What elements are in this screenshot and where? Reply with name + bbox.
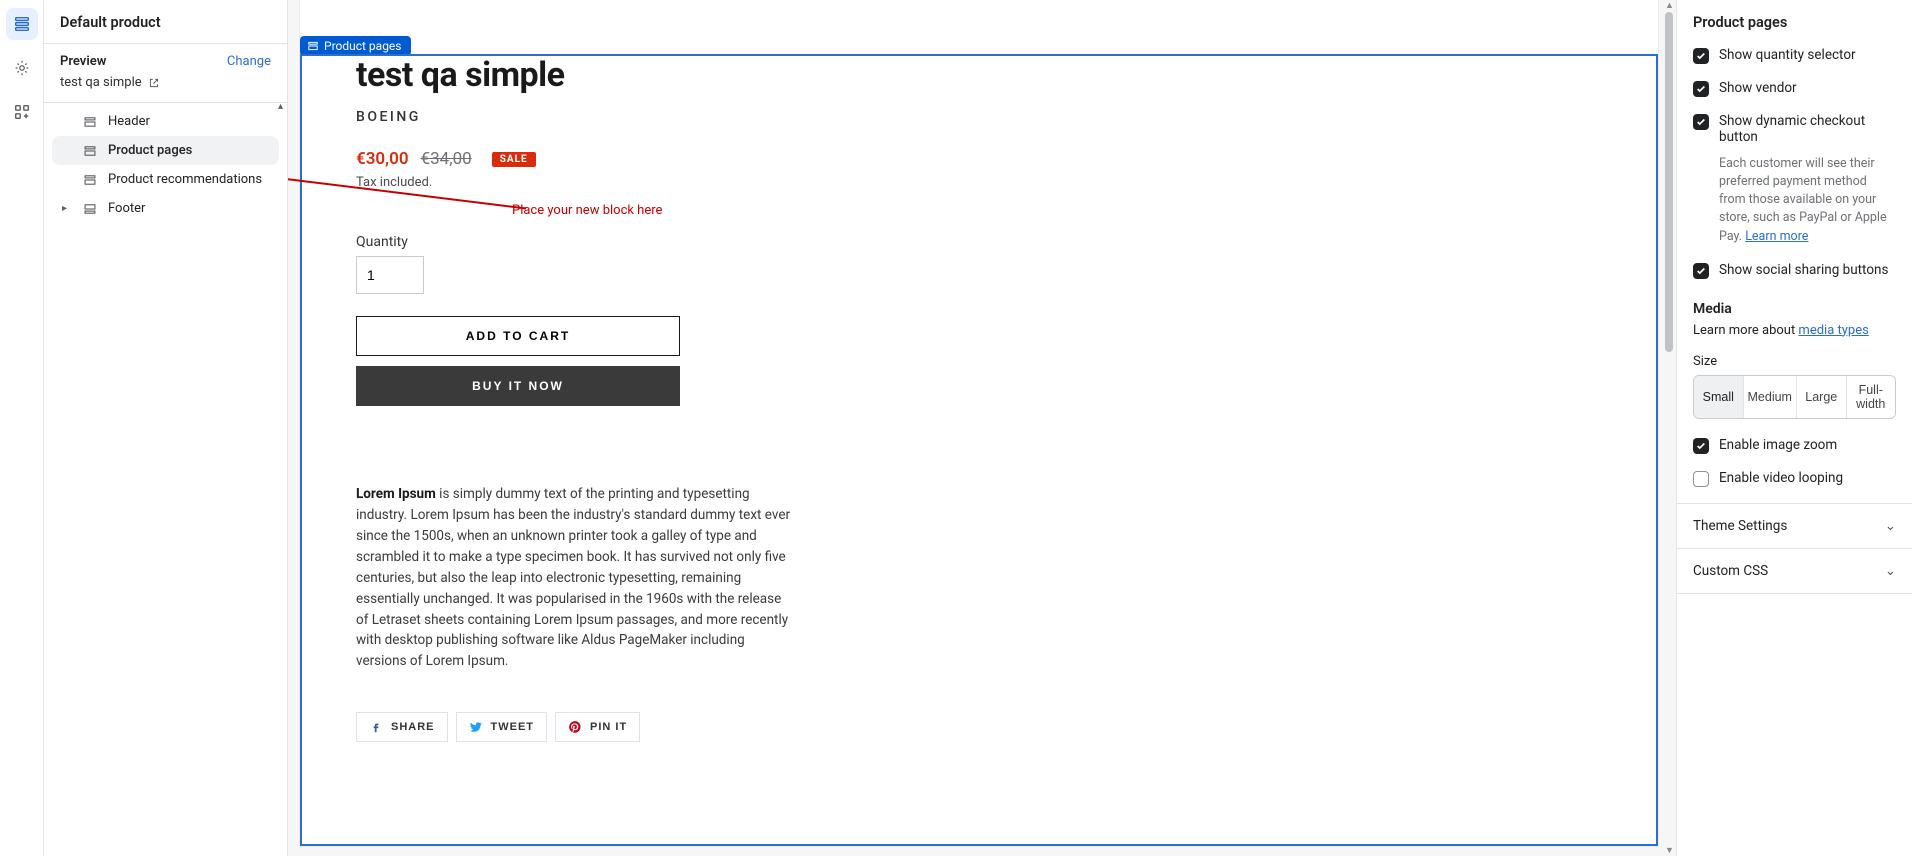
share-label: PIN IT — [590, 721, 627, 733]
collapse-caret-icon[interactable]: ▴ — [278, 101, 283, 112]
chevron-down-icon: ⌄ — [1885, 563, 1896, 579]
page-title: Default product — [60, 14, 271, 31]
setting-show-dynamic-checkout[interactable]: Show dynamic checkout button — [1677, 105, 1912, 153]
media-types-link[interactable]: media types — [1798, 323, 1868, 338]
learn-more-link[interactable]: Learn more — [1745, 229, 1808, 244]
product-vendor: BOEING — [356, 109, 1602, 125]
price-row: €30,00 €34,00 SALE — [356, 149, 1602, 169]
canvas-scrollbar[interactable]: ▲ ▼ — [1664, 0, 1674, 856]
checkbox-checked-icon — [1693, 114, 1709, 130]
size-option-small[interactable]: Small — [1694, 376, 1744, 418]
tax-note: Tax included. — [356, 175, 1602, 190]
quantity-label: Quantity — [356, 234, 1602, 250]
tree-item-footer[interactable]: ▸ Footer — [52, 194, 279, 223]
media-heading: Media — [1677, 287, 1912, 321]
facebook-icon — [369, 720, 383, 734]
preview-product[interactable]: test qa simple — [44, 75, 287, 102]
accordion-theme-settings[interactable]: Theme Settings ⌄ — [1677, 504, 1912, 549]
setting-enable-loop[interactable]: Enable video looping — [1677, 462, 1912, 503]
accordion-label: Custom CSS — [1693, 563, 1768, 579]
sale-badge: SALE — [492, 152, 536, 167]
tree-item-product-pages[interactable]: ▸ Product pages — [52, 136, 279, 165]
settings-panel: Product pages Show quantity selector Sho… — [1676, 0, 1912, 856]
product-description: Lorem Ipsum is simply dummy text of the … — [356, 484, 796, 672]
preview-product-name: test qa simple — [60, 75, 142, 90]
rail-sections-button[interactable] — [6, 8, 38, 40]
apps-icon — [13, 103, 31, 121]
chevron-down-icon: ⌄ — [1885, 518, 1896, 534]
checkbox-unchecked-icon — [1693, 471, 1709, 487]
setting-show-social[interactable]: Show social sharing buttons — [1677, 254, 1912, 287]
buy-it-now-button[interactable]: BUY IT NOW — [356, 366, 680, 406]
accordion-label: Theme Settings — [1693, 518, 1787, 534]
size-option-large[interactable]: Large — [1797, 376, 1847, 418]
share-facebook-button[interactable]: SHARE — [356, 712, 448, 742]
checkbox-checked-icon — [1693, 48, 1709, 64]
checkbox-checked-icon — [1693, 438, 1709, 454]
share-twitter-button[interactable]: TWEET — [456, 712, 548, 742]
gear-icon — [13, 59, 31, 77]
share-pinterest-button[interactable]: PIN IT — [555, 712, 640, 742]
setting-label: Enable image zoom — [1719, 437, 1837, 453]
checkbox-checked-icon — [1693, 81, 1709, 97]
tree-item-label: Header — [108, 114, 150, 129]
size-option-medium[interactable]: Medium — [1744, 376, 1797, 418]
section-icon — [83, 115, 97, 129]
quantity-input[interactable] — [356, 256, 424, 294]
accordion-custom-css[interactable]: Custom CSS ⌄ — [1677, 549, 1912, 594]
setting-show-vendor[interactable]: Show vendor — [1677, 72, 1912, 105]
tree-item-label: Product recommendations — [108, 172, 262, 187]
section-icon — [83, 173, 97, 187]
rail-settings-button[interactable] — [6, 52, 38, 84]
tree-item-label: Footer — [108, 201, 145, 216]
selection-tag[interactable]: Product pages — [300, 36, 411, 56]
setting-help-text: Each customer will see their preferred p… — [1677, 153, 1912, 254]
twitter-icon — [469, 720, 483, 734]
scrollbar-thumb[interactable] — [1665, 12, 1673, 352]
size-label: Size — [1677, 348, 1912, 375]
add-to-cart-button[interactable]: ADD TO CART — [356, 316, 680, 356]
section-icon — [83, 144, 97, 158]
share-label: SHARE — [391, 721, 435, 733]
setting-label: Show quantity selector — [1719, 47, 1856, 63]
preview-frame[interactable]: test qa simple BOEING €30,00 €34,00 SALE… — [300, 0, 1658, 846]
external-link-icon — [148, 77, 160, 89]
media-help: Learn more about media types — [1677, 321, 1912, 348]
tree-item-label: Product pages — [108, 143, 192, 158]
tree-panel: Default product Preview Change test qa s… — [44, 0, 288, 856]
scroll-down-icon: ▼ — [1665, 845, 1674, 856]
tree-item-product-recommendations[interactable]: ▸ Product recommendations — [52, 165, 279, 194]
size-option-full[interactable]: Full-width — [1847, 376, 1896, 418]
share-label: TWEET — [491, 721, 535, 733]
price-sale: €30,00 — [356, 149, 409, 169]
size-segmented-control: Small Medium Large Full-width — [1693, 375, 1896, 419]
setting-label: Enable video looping — [1719, 470, 1843, 486]
tree-item-header[interactable]: ▸ Header — [52, 107, 279, 136]
settings-title: Product pages — [1677, 0, 1912, 39]
sections-icon — [13, 15, 31, 33]
preview-label: Preview — [60, 54, 106, 69]
price-compare: €34,00 — [421, 149, 472, 169]
change-preview-link[interactable]: Change — [227, 54, 271, 69]
preview-canvas: test qa simple BOEING €30,00 €34,00 SALE… — [288, 0, 1676, 856]
setting-show-quantity[interactable]: Show quantity selector — [1677, 39, 1912, 72]
chevron-right-icon: ▸ — [62, 203, 72, 214]
rail-apps-button[interactable] — [6, 96, 38, 128]
scroll-up-icon: ▲ — [1665, 0, 1674, 11]
setting-enable-zoom[interactable]: Enable image zoom — [1677, 429, 1912, 462]
section-icon — [83, 202, 97, 216]
checkbox-checked-icon — [1693, 263, 1709, 279]
setting-label: Show social sharing buttons — [1719, 262, 1888, 278]
setting-label: Show vendor — [1719, 80, 1797, 96]
icon-rail — [0, 0, 44, 856]
pinterest-icon — [568, 720, 582, 734]
setting-label: Show dynamic checkout button — [1719, 113, 1896, 145]
section-icon — [307, 40, 319, 52]
product-title: test qa simple — [356, 55, 1602, 95]
